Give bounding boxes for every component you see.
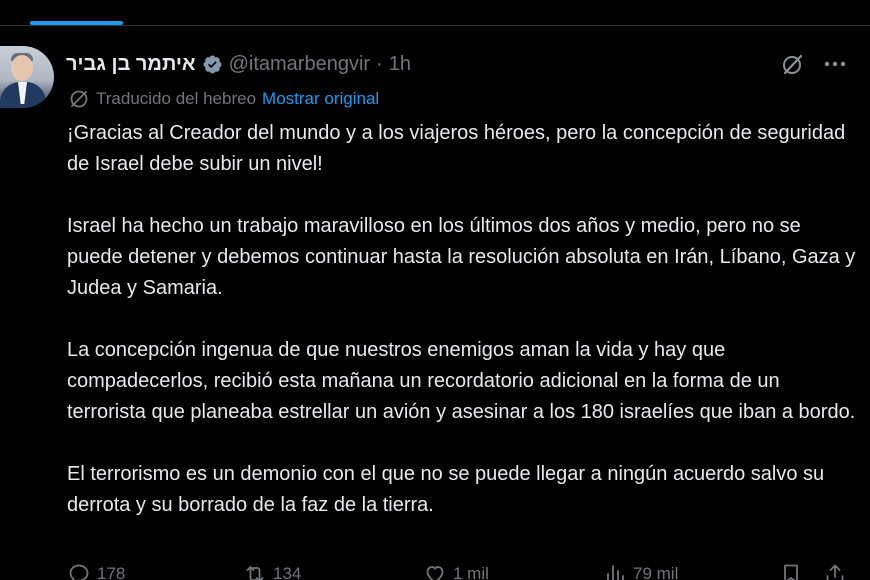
reply-count: 178 xyxy=(97,564,126,580)
views-count: 79 mil xyxy=(633,564,679,580)
author-display-name[interactable]: איתמר בן גביר xyxy=(66,53,196,76)
bookmark-button[interactable] xyxy=(779,562,803,580)
show-original-link[interactable]: Mostrar original xyxy=(262,89,379,109)
author-handle[interactable]: @itamarbengvir xyxy=(229,53,370,76)
repost-icon xyxy=(246,566,264,580)
top-divider xyxy=(0,25,870,26)
time-separator: · xyxy=(376,52,383,75)
views-icon xyxy=(607,565,624,580)
verified-badge-icon xyxy=(203,55,222,73)
tweet-actions: 178 134 1 mil 79 mil xyxy=(0,562,870,580)
repost-button[interactable]: 134 xyxy=(243,562,301,580)
tweet-timestamp[interactable]: 1h xyxy=(389,53,411,76)
reply-button[interactable]: 178 xyxy=(67,562,125,580)
reply-icon xyxy=(69,564,89,580)
like-icon xyxy=(426,566,444,580)
tweet-paragraph: La concepción ingenua de que nuestros en… xyxy=(67,339,856,423)
tweet-paragraph: Israel ha hecho un trabajo maravilloso e… xyxy=(67,215,856,299)
share-icon xyxy=(826,564,844,580)
like-button[interactable]: 1 mil xyxy=(423,562,489,580)
views-button[interactable]: 79 mil xyxy=(603,562,678,580)
share-button[interactable] xyxy=(823,562,847,580)
tweet-header: איתמר בן גביר @itamarbengvir · 1h xyxy=(66,50,411,78)
tweet-paragraph: ¡Gracias al Creador del mundo y a los vi… xyxy=(67,122,846,175)
bookmark-icon xyxy=(784,564,798,580)
tweet-paragraph: El terrorismo es un demonio con el que n… xyxy=(67,463,825,516)
repost-count: 134 xyxy=(273,564,302,580)
translated-from-label: Traducido del hebreo xyxy=(96,89,257,108)
avatar[interactable] xyxy=(0,46,54,108)
like-count: 1 mil xyxy=(453,564,489,580)
more-icon[interactable] xyxy=(822,52,848,76)
translate-icon xyxy=(70,90,88,108)
tweet-text: ¡Gracias al Creador del mundo y a los vi… xyxy=(67,118,857,552)
grok-icon[interactable] xyxy=(781,52,805,76)
translation-notice: Traducido del hebreo Mostrar original xyxy=(68,88,379,110)
